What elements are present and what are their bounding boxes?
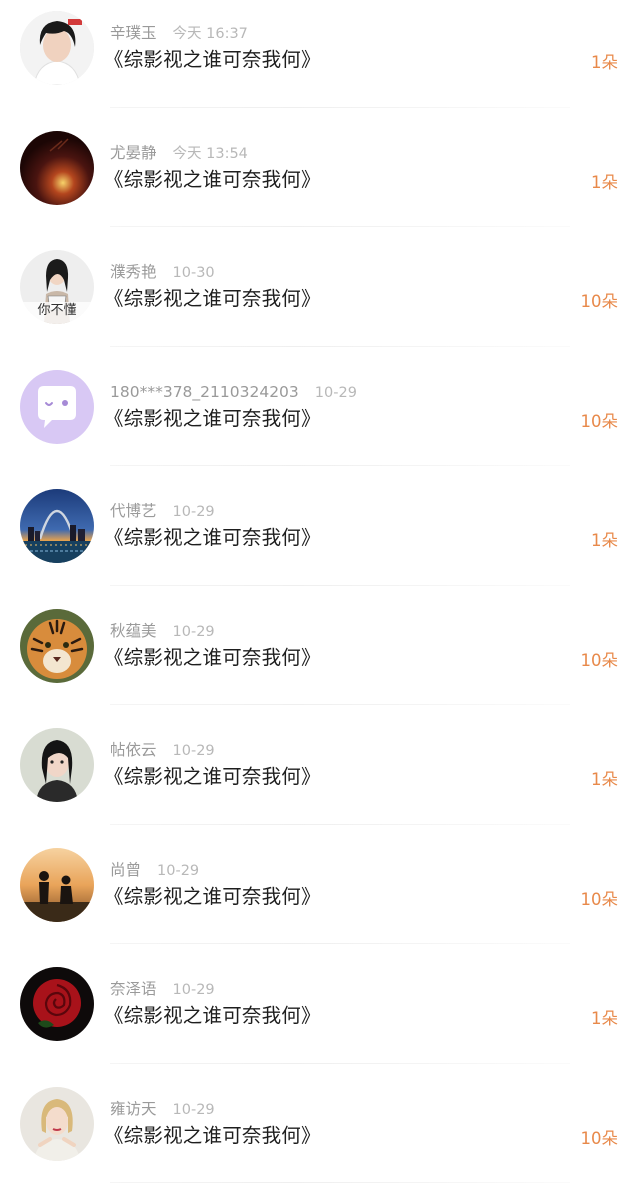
item-meta: 奈泽语 10-29	[110, 978, 215, 1000]
list-item[interactable]: 你不懂 濮秀艳 10-30 《综影视之谁可奈我何》 10朵	[0, 239, 640, 359]
user-name[interactable]: 代博艺	[110, 502, 157, 520]
user-name[interactable]: 奈泽语	[110, 980, 157, 998]
user-name[interactable]: 180***378_2110324203	[110, 383, 299, 401]
book-title: 《综影视之谁可奈我何》	[104, 285, 321, 313]
list-item[interactable]: 180***378_2110324203 10-29 《综影视之谁可奈我何》 10…	[0, 359, 640, 479]
timestamp: 今天 13:54	[173, 146, 248, 162]
user-name[interactable]: 辛璞玉	[110, 24, 157, 42]
divider	[110, 226, 570, 227]
timestamp: 今天 16:37	[173, 26, 248, 42]
divider	[110, 824, 570, 825]
list-item[interactable]: 雍访天 10-29 《综影视之谁可奈我何》 10朵	[0, 1076, 640, 1195]
timestamp: 10-29	[173, 504, 215, 520]
gift-count: 1朵	[591, 52, 618, 74]
list-item[interactable]: 尤晏静今天 13:54 《综影视之谁可奈我何》 1朵	[0, 120, 640, 240]
woman-portrait-icon[interactable]	[20, 728, 94, 802]
item-meta: 尚曾 10-29	[110, 859, 199, 881]
gift-count: 10朵	[581, 1128, 619, 1150]
gift-count: 10朵	[581, 291, 619, 313]
list-item[interactable]: 秋蕴美 10-29 《综影视之谁可奈我何》 10朵	[0, 598, 640, 718]
user-name[interactable]: 尚曾	[110, 861, 141, 879]
tiger-icon[interactable]	[20, 609, 94, 683]
gift-count: 10朵	[581, 411, 619, 433]
book-title: 《综影视之谁可奈我何》	[104, 883, 321, 911]
item-meta: 秋蕴美 10-29	[110, 620, 215, 642]
list-item[interactable]: 辛璞玉今天 16:37 《综影视之谁可奈我何》 1朵	[0, 0, 640, 120]
timestamp: 10-29	[173, 982, 215, 998]
item-meta: 180***378_2110324203 10-29	[110, 381, 357, 403]
gift-count: 10朵	[581, 650, 619, 672]
book-title: 《综影视之谁可奈我何》	[104, 46, 321, 74]
divider	[110, 107, 570, 108]
gift-count: 1朵	[591, 172, 618, 194]
timestamp: 10-29	[173, 624, 215, 640]
user-name[interactable]: 雍访天	[110, 1100, 157, 1118]
item-meta: 濮秀艳 10-30	[110, 261, 215, 283]
timestamp: 10-29	[315, 385, 357, 401]
timestamp: 10-30	[173, 265, 215, 281]
user-name[interactable]: 秋蕴美	[110, 622, 157, 640]
book-title: 《综影视之谁可奈我何》	[104, 1122, 321, 1150]
item-meta: 尤晏静今天 13:54	[110, 142, 248, 164]
avatar-caption: 你不懂	[20, 302, 94, 320]
gift-count: 10朵	[581, 889, 619, 911]
divider	[110, 704, 570, 705]
book-title: 《综影视之谁可奈我何》	[104, 524, 321, 552]
list-item[interactable]: 尚曾 10-29 《综影视之谁可奈我何》 10朵	[0, 837, 640, 957]
sunset-couple-icon[interactable]	[20, 848, 94, 922]
timestamp: 10-29	[173, 1102, 215, 1118]
list-item[interactable]: 代博艺 10-29 《综影视之谁可奈我何》 1朵	[0, 478, 640, 598]
chat-bubble-icon[interactable]	[20, 370, 94, 444]
item-meta: 雍访天 10-29	[110, 1098, 215, 1120]
gift-record-list: 辛璞玉今天 16:37 《综影视之谁可奈我何》 1朵	[0, 0, 640, 1182]
divider	[110, 346, 570, 347]
gift-count: 1朵	[591, 1008, 618, 1030]
user-name[interactable]: 尤晏静	[110, 144, 157, 162]
book-title: 《综影视之谁可奈我何》	[104, 405, 321, 433]
timestamp: 10-29	[157, 863, 199, 879]
book-title: 《综影视之谁可奈我何》	[104, 763, 321, 791]
divider	[110, 943, 570, 944]
divider	[110, 1063, 570, 1064]
timestamp: 10-29	[173, 743, 215, 759]
gift-count: 1朵	[591, 769, 618, 791]
list-item[interactable]: 奈泽语 10-29 《综影视之谁可奈我何》 1朵	[0, 956, 640, 1076]
item-meta: 辛璞玉今天 16:37	[110, 22, 248, 44]
book-title: 《综影视之谁可奈我何》	[104, 1002, 321, 1030]
user-name[interactable]: 帖依云	[110, 741, 157, 759]
list-item[interactable]: 帖依云 10-29 《综影视之谁可奈我何》 1朵	[0, 717, 640, 837]
divider	[110, 465, 570, 466]
red-rose-icon[interactable]	[20, 967, 94, 1041]
book-title: 《综影视之谁可奈我何》	[104, 166, 321, 194]
book-title: 《综影视之谁可奈我何》	[104, 644, 321, 672]
divider	[110, 585, 570, 586]
item-meta: 帖依云 10-29	[110, 739, 215, 761]
city-arch-icon[interactable]	[20, 489, 94, 563]
user-name[interactable]: 濮秀艳	[110, 263, 157, 281]
gift-count: 1朵	[591, 530, 618, 552]
dark-glow-icon[interactable]	[20, 131, 94, 205]
blonde-portrait-icon[interactable]	[20, 1087, 94, 1161]
divider	[110, 1182, 570, 1183]
item-meta: 代博艺 10-29	[110, 500, 215, 522]
person-portrait-icon[interactable]	[20, 11, 94, 85]
girl-portrait-icon[interactable]: 你不懂	[20, 250, 94, 324]
